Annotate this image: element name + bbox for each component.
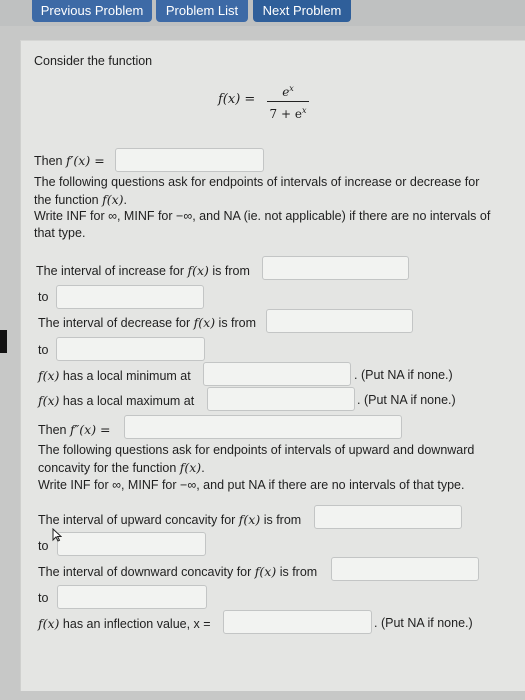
increase-to-input[interactable] [56,285,204,309]
decrease-label: The interval of decrease for f(x) is fro… [38,315,257,330]
monotonic-instructions: The following questions ask for endpoint… [34,175,480,207]
increase-from-input[interactable] [262,256,409,280]
increase-to-label: to [38,290,49,304]
concavity-notation-note: Write INF for ∞, MINF for −∞, and put NA… [38,478,465,492]
formula-numerator: ex [282,84,294,99]
local-min-note: . (Put NA if none.) [354,368,453,382]
downward-to-label: to [38,591,49,605]
formula-fraction: ex 7 + ex [266,80,310,123]
local-min-input[interactable] [203,362,351,386]
decrease-from-input[interactable] [266,309,413,333]
left-edge-marker [0,330,7,353]
decrease-to-input[interactable] [56,337,205,361]
navigation-bar: Previous Problem Problem List Next Probl… [0,0,525,26]
inflection-input[interactable] [223,610,372,634]
upward-concavity-label: The interval of upward concavity for f(x… [38,512,302,527]
increase-label: The interval of increase for f(x) is fro… [36,263,250,278]
previous-problem-button[interactable]: Previous Problem [32,0,152,22]
upward-from-input[interactable] [314,505,462,529]
local-max-input[interactable] [207,387,355,411]
local-max-note: . (Put NA if none.) [357,393,456,407]
inflection-note: . (Put NA if none.) [374,616,473,630]
next-problem-button[interactable]: Next Problem [253,0,351,22]
intro-text: Consider the function [34,54,153,68]
derivative-input[interactable] [115,148,264,172]
local-max-label: f(x) has a local maximum at [38,393,195,408]
concavity-instructions: The following questions ask for endpoint… [38,443,475,475]
upward-to-label: to [38,539,49,553]
second-derivative-input[interactable] [124,415,402,439]
second-derivative-prompt: Then f″(x) = [38,422,111,437]
upward-to-input[interactable] [57,532,206,556]
inflection-label: f(x) has an inflection value, x = [38,616,211,631]
downward-concavity-label: The interval of downward concavity for f… [38,564,318,579]
local-min-label: f(x) has a local minimum at [38,368,191,383]
downward-from-input[interactable] [331,557,479,581]
downward-to-input[interactable] [57,585,207,609]
monotonic-notation-note: Write INF for ∞, MINF for −∞, and NA (ie… [34,209,491,240]
decrease-to-label: to [38,343,49,357]
formula-denominator: 7 + ex [269,106,307,121]
formula-lhs: f(x) = [218,92,256,107]
problem-list-button[interactable]: Problem List [156,0,248,22]
derivative-prompt: Then f′(x) = [34,153,105,168]
mouse-cursor-icon [52,528,62,542]
